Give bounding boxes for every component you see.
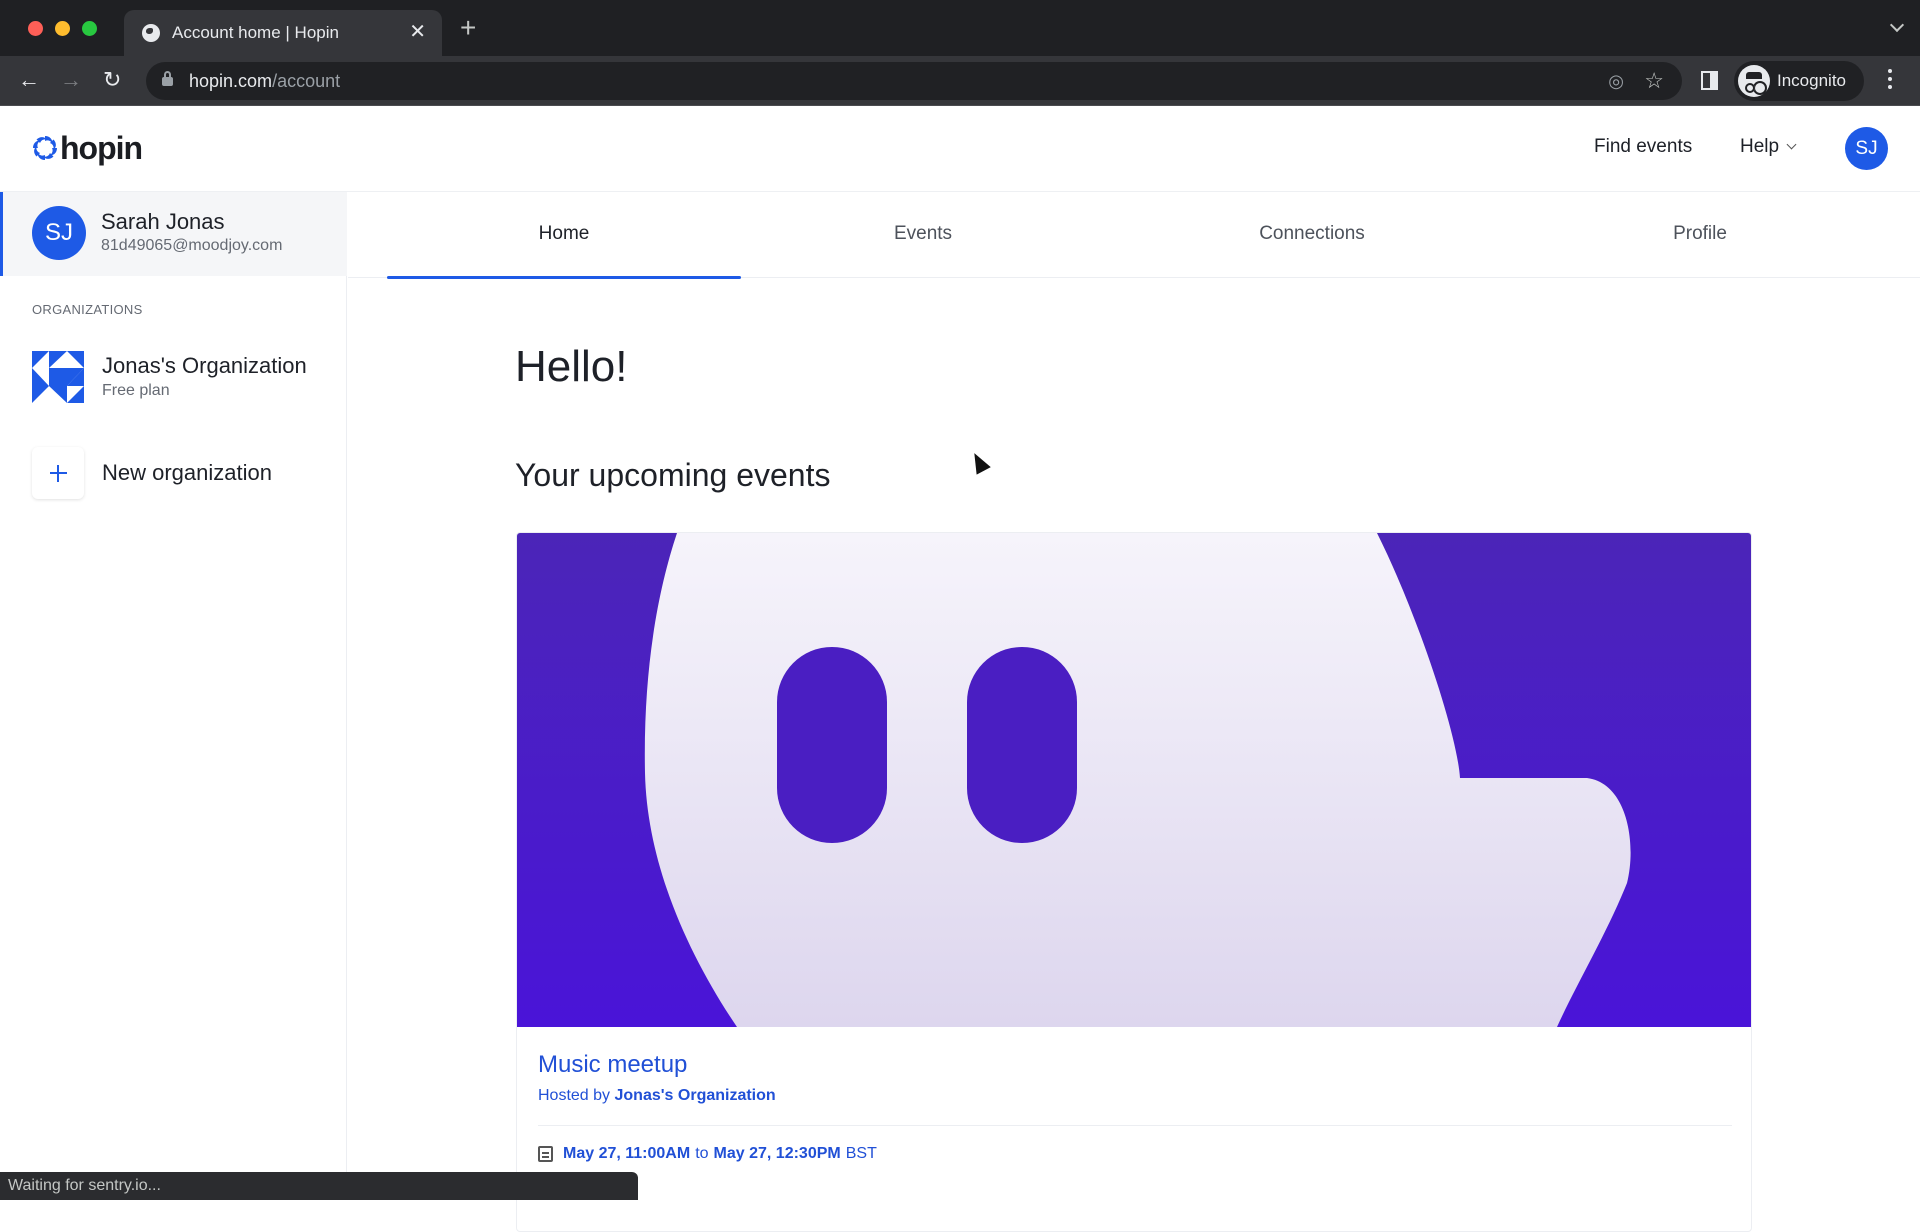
new-organization-label: New organization bbox=[102, 460, 272, 485]
lock-icon[interactable] bbox=[162, 71, 173, 86]
sidebar: SJ Sarah Jonas 81d49065@moodjoy.com ORGA… bbox=[0, 192, 347, 1200]
window-close-button[interactable] bbox=[28, 21, 43, 36]
organization-plan: Free plan bbox=[102, 382, 170, 399]
site-header: hopin Find events Help SJ bbox=[0, 106, 1920, 192]
star-icon[interactable]: ☆ bbox=[1644, 68, 1664, 94]
incognito-button[interactable]: Incognito bbox=[1734, 61, 1864, 101]
user-name: Sarah Jonas bbox=[101, 209, 225, 234]
upcoming-events-heading: Your upcoming events bbox=[515, 457, 831, 493]
account-tabs: Home Events Connections Profile bbox=[348, 192, 1920, 279]
event-timezone: BST bbox=[845, 1145, 877, 1162]
hopin-logo[interactable]: hopin bbox=[32, 130, 143, 166]
kebab-menu-icon[interactable] bbox=[1888, 69, 1892, 93]
find-events-link[interactable]: Find events bbox=[1594, 136, 1692, 158]
event-card[interactable]: Music meetup Hosted by Jonas's Organizat… bbox=[516, 532, 1752, 1232]
incognito-label: Incognito bbox=[1777, 71, 1846, 90]
incognito-icon bbox=[1738, 65, 1770, 97]
event-host-link[interactable]: Jonas's Organization bbox=[615, 1087, 776, 1104]
window-minimize-button[interactable] bbox=[55, 21, 70, 36]
address-bar[interactable]: hopin.com/account ◎ ☆ bbox=[146, 62, 1682, 100]
avatar[interactable]: SJ bbox=[1845, 127, 1888, 170]
hosted-by-label: Hosted by bbox=[538, 1087, 611, 1104]
organization-name: Jonas's Organization bbox=[102, 353, 307, 378]
user-email: 81d49065@moodjoy.com bbox=[101, 237, 283, 254]
browser-tab[interactable]: Account home | Hopin ✕ bbox=[124, 10, 442, 56]
event-banner-image[interactable] bbox=[517, 533, 1752, 1027]
calendar-icon bbox=[538, 1146, 553, 1162]
help-label: Help bbox=[1740, 136, 1780, 157]
event-time: May 27, 11:00AM to May 27, 12:30PM BST bbox=[538, 1145, 877, 1163]
side-panel-icon[interactable] bbox=[1701, 71, 1718, 90]
event-start: May 27, 11:00AM bbox=[563, 1145, 691, 1162]
tab-connections[interactable]: Connections bbox=[1135, 192, 1489, 278]
reload-icon[interactable]: ↻ bbox=[103, 66, 121, 94]
tab-profile[interactable]: Profile bbox=[1523, 192, 1877, 278]
globe-icon bbox=[142, 24, 160, 42]
user-avatar: SJ bbox=[32, 206, 86, 260]
tab-title: Account home | Hopin bbox=[172, 23, 339, 42]
forward-arrow-icon[interactable]: → bbox=[60, 66, 82, 94]
event-host: Hosted by Jonas's Organization bbox=[538, 1087, 776, 1105]
hopin-logo-icon bbox=[33, 136, 57, 160]
tab-home[interactable]: Home bbox=[387, 192, 741, 279]
event-time-connector: to bbox=[695, 1145, 709, 1162]
close-icon[interactable]: ✕ bbox=[409, 20, 426, 44]
help-menu[interactable]: Help bbox=[1740, 136, 1797, 158]
sidebar-item-organization[interactable]: Jonas's Organization Free plan bbox=[32, 347, 332, 407]
tab-events[interactable]: Events bbox=[746, 192, 1100, 278]
logo-text: hopin bbox=[60, 130, 143, 166]
event-title-link[interactable]: Music meetup bbox=[538, 1051, 687, 1079]
chevron-down-icon bbox=[1786, 139, 1797, 150]
mouse-cursor bbox=[967, 449, 991, 475]
new-organization-button[interactable]: New organization bbox=[32, 447, 332, 501]
browser-status-bar: Waiting for sentry.io... bbox=[0, 1172, 638, 1200]
organization-logo-icon bbox=[32, 351, 84, 403]
plus-icon[interactable]: + bbox=[460, 14, 476, 42]
window-zoom-button[interactable] bbox=[82, 21, 97, 36]
url-text: hopin.com/account bbox=[189, 71, 340, 92]
back-arrow-icon[interactable]: ← bbox=[18, 66, 40, 94]
divider bbox=[538, 1125, 1732, 1126]
url-path: /account bbox=[272, 71, 341, 91]
plus-icon bbox=[32, 447, 84, 499]
sidebar-user-card[interactable]: SJ Sarah Jonas 81d49065@moodjoy.com bbox=[0, 192, 347, 276]
browser-toolbar: ← → ↻ hopin.com/account ◎ ☆ Incognito bbox=[0, 56, 1920, 106]
organizations-heading: ORGANIZATIONS bbox=[32, 302, 143, 317]
page-title: Hello! bbox=[515, 342, 628, 391]
browser-tab-strip: Account home | Hopin ✕ + bbox=[0, 0, 1920, 56]
chevron-down-icon[interactable] bbox=[1889, 17, 1905, 33]
url-host: hopin.com bbox=[189, 71, 273, 91]
eye-off-icon[interactable]: ◎ bbox=[1608, 71, 1624, 92]
event-end: May 27, 12:30PM bbox=[713, 1145, 841, 1162]
